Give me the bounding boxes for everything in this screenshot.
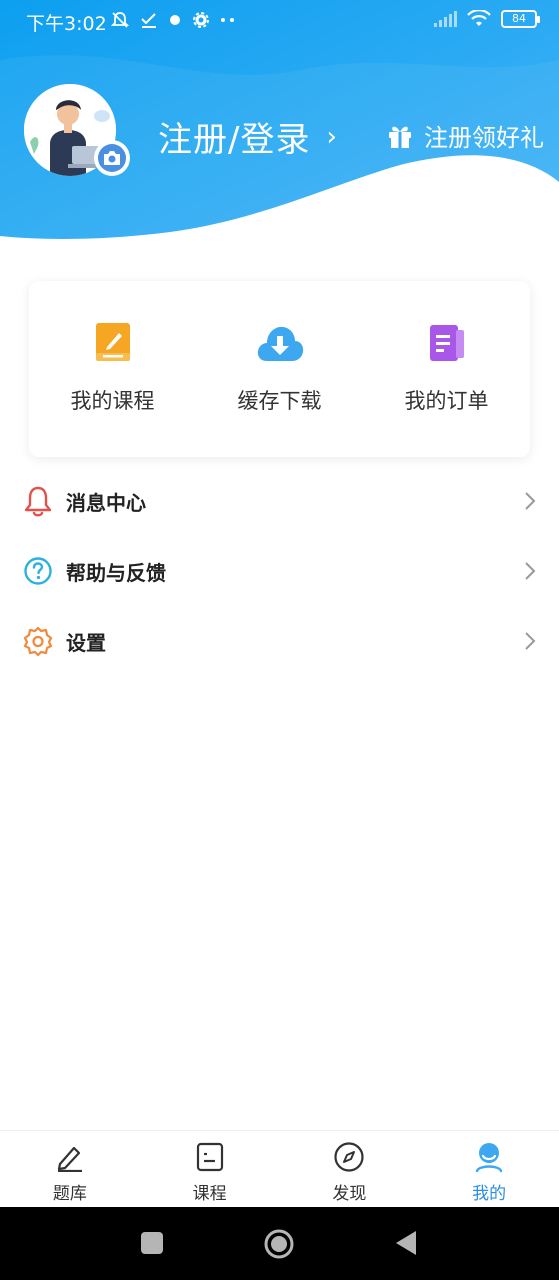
quick-action-my-courses[interactable]: 我的课程 bbox=[38, 281, 188, 457]
system-navigation-bar bbox=[0, 1207, 559, 1280]
camera-button[interactable] bbox=[94, 140, 130, 176]
gift-label: 注册领好礼 bbox=[424, 124, 544, 152]
tab-courses[interactable]: 课程 bbox=[140, 1131, 280, 1207]
tab-mine[interactable]: 我的 bbox=[419, 1131, 559, 1207]
profile-icon bbox=[475, 1143, 503, 1173]
register-gift-button[interactable]: 注册领好礼 bbox=[386, 118, 544, 153]
chevron-right-icon: › bbox=[326, 121, 337, 152]
course-list-icon bbox=[196, 1142, 223, 1172]
menu-item-help-feedback[interactable]: 帮助与反馈 bbox=[0, 536, 559, 606]
back-icon[interactable] bbox=[394, 1229, 418, 1257]
mute-bell-icon bbox=[110, 12, 130, 28]
menu-item-message-center[interactable]: 消息中心 bbox=[0, 466, 559, 536]
more-dots-icon bbox=[221, 18, 234, 22]
login-title: 注册/登录 bbox=[158, 120, 311, 160]
gear-status-icon bbox=[193, 12, 209, 28]
gift-icon bbox=[389, 126, 411, 148]
check-icon bbox=[141, 13, 156, 28]
quick-action-my-orders[interactable]: 我的订单 bbox=[372, 281, 522, 457]
settings-gear-icon bbox=[23, 626, 53, 656]
chevron-right-icon bbox=[525, 492, 536, 510]
wifi-icon bbox=[467, 10, 491, 26]
cloud-download-icon bbox=[257, 326, 303, 361]
settings-menu: 消息中心 帮助与反馈 设置 bbox=[0, 466, 559, 676]
chevron-right-icon bbox=[525, 632, 536, 650]
recent-apps-icon[interactable] bbox=[140, 1231, 164, 1255]
quick-actions-card: 我的课程 缓存下载 我的订单 bbox=[29, 281, 530, 457]
bell-icon bbox=[24, 486, 52, 517]
chevron-right-icon bbox=[525, 562, 536, 580]
course-book-icon bbox=[95, 323, 130, 361]
camera-icon bbox=[104, 151, 120, 165]
login-link[interactable]: 注册/登录 › bbox=[158, 112, 337, 161]
dot-notification-icon bbox=[170, 15, 180, 25]
avatar-button[interactable] bbox=[24, 84, 130, 176]
status-time: 下午3:02 bbox=[26, 13, 107, 35]
battery-indicator: 84 bbox=[501, 10, 540, 28]
signal-icon bbox=[434, 11, 457, 27]
quick-action-cache-download[interactable]: 缓存下载 bbox=[205, 281, 355, 457]
edit-pen-icon bbox=[57, 1146, 82, 1172]
menu-item-settings[interactable]: 设置 bbox=[0, 606, 559, 676]
help-question-icon bbox=[24, 557, 52, 585]
tab-question-bank[interactable]: 题库 bbox=[0, 1131, 140, 1207]
profile-header: 下午3:02 84 注册/登录 › 注册领好礼 bbox=[0, 0, 559, 260]
status-bar: 下午3:02 84 bbox=[0, 0, 559, 42]
home-icon[interactable] bbox=[263, 1228, 295, 1260]
tab-discover[interactable]: 发现 bbox=[280, 1131, 420, 1207]
compass-icon bbox=[334, 1142, 364, 1172]
bottom-tab-bar: 题库 课程 发现 我的 bbox=[0, 1130, 559, 1207]
order-document-icon bbox=[429, 325, 464, 361]
